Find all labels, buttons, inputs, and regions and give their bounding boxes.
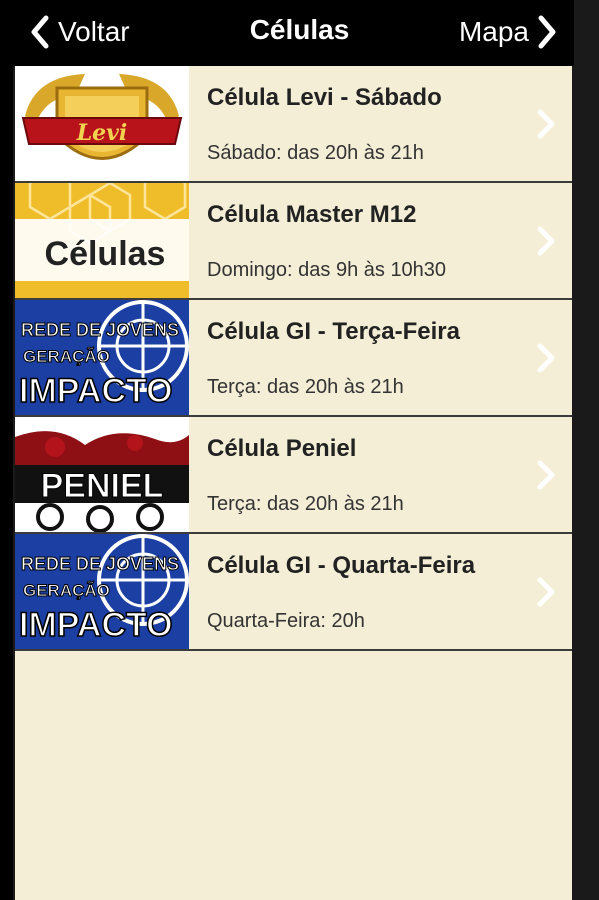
celulas-logo-image: Células	[15, 183, 189, 298]
svg-text:REDE DE JOVENS: REDE DE JOVENS	[21, 554, 179, 574]
cell-list: Levi Célula Levi - Sábado Sábado: das 20…	[15, 66, 572, 651]
chevron-right-icon	[538, 15, 556, 49]
list-item[interactable]: REDE DE JOVENS GERAÇÃO IMPACTO Célula GI…	[15, 300, 572, 417]
cell-list-panel: Levi Célula Levi - Sábado Sábado: das 20…	[13, 66, 574, 900]
item-meta: Célula Peniel Terça: das 20h às 21h	[189, 417, 572, 532]
geracao-impacto-thumbnail: REDE DE JOVENS GERAÇÃO IMPACTO	[15, 300, 189, 415]
list-item[interactable]: PENIEL Célula Peniel Terça: das 20h às 2…	[15, 417, 572, 534]
item-schedule: Domingo: das 9h às 10h30	[207, 259, 447, 281]
svg-text:GERAÇÃO: GERAÇÃO	[23, 580, 110, 600]
map-label: Mapa	[458, 16, 529, 47]
item-schedule: Terça: das 20h às 21h	[207, 376, 404, 398]
navigation-bar: Voltar Células Mapa	[0, 0, 599, 66]
item-meta: Célula Levi - Sábado Sábado: das 20h às …	[189, 66, 572, 181]
chevron-right-icon	[537, 343, 555, 373]
geracao-impacto-thumbnail: REDE DE JOVENS GERAÇÃO IMPACTO	[15, 534, 189, 649]
levi-thumbnail: Levi	[15, 66, 189, 181]
item-schedule: Sábado: das 20h às 21h	[207, 142, 424, 164]
map-button[interactable]: Mapa	[459, 12, 559, 52]
item-title: Célula Peniel	[207, 435, 357, 462]
geracao-impacto-logo-image: REDE DE JOVENS GERAÇÃO IMPACTO	[15, 300, 189, 415]
item-meta: Célula GI - Quarta-Feira Quarta-Feira: 2…	[189, 534, 572, 649]
item-meta: Célula Master M12 Domingo: das 9h às 10h…	[189, 183, 572, 298]
svg-text:GERAÇÃO: GERAÇÃO	[23, 346, 110, 366]
right-edge-bar	[574, 0, 599, 900]
svg-text:IMPACTO: IMPACTO	[19, 372, 173, 410]
chevron-right-icon	[537, 460, 555, 490]
geracao-impacto-logo-image: REDE DE JOVENS GERAÇÃO IMPACTO	[15, 534, 189, 649]
list-item[interactable]: REDE DE JOVENS GERAÇÃO IMPACTO Célula GI…	[15, 534, 572, 651]
item-schedule: Terça: das 20h às 21h	[207, 493, 404, 515]
levi-logo-image: Levi	[15, 66, 189, 181]
item-meta: Célula GI - Terça-Feira Terça: das 20h à…	[189, 300, 572, 415]
item-title: Célula Master M12	[207, 201, 417, 228]
chevron-right-icon	[537, 109, 555, 139]
list-item[interactable]: Células Célula Master M12 Domingo: das 9…	[15, 183, 572, 300]
svg-text:PENIEL: PENIEL	[41, 467, 164, 505]
svg-text:REDE DE JOVENS: REDE DE JOVENS	[21, 320, 179, 340]
item-title: Célula GI - Quarta-Feira	[207, 552, 476, 579]
celulas-thumbnail: Células	[15, 183, 189, 298]
chevron-right-icon	[537, 226, 555, 256]
item-title: Célula Levi - Sábado	[207, 84, 442, 111]
peniel-logo-image: PENIEL	[15, 417, 189, 532]
chevron-right-icon	[537, 577, 555, 607]
svg-text:Células: Células	[45, 235, 166, 273]
item-title: Célula GI - Terça-Feira	[207, 318, 460, 345]
svg-text:Levi: Levi	[76, 120, 128, 146]
svg-text:IMPACTO: IMPACTO	[19, 606, 173, 644]
item-schedule: Quarta-Feira: 20h	[207, 610, 365, 632]
list-item[interactable]: Levi Célula Levi - Sábado Sábado: das 20…	[15, 66, 572, 183]
peniel-thumbnail: PENIEL	[15, 417, 189, 532]
screen: Voltar Células Mapa Levi Célula Levi - S…	[0, 0, 599, 900]
